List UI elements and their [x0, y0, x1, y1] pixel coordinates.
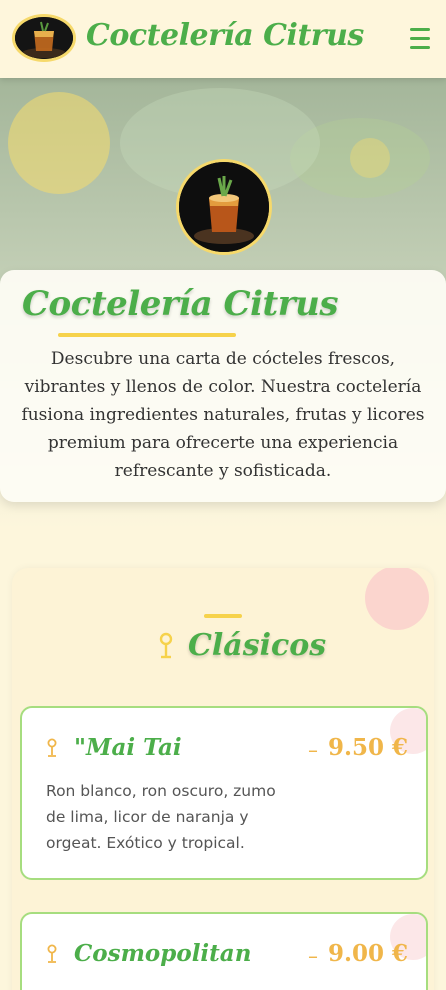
- hamburger-menu-icon[interactable]: [408, 26, 432, 52]
- hero-cocktail-image: [176, 159, 272, 255]
- cocktail-photo-icon: [179, 162, 269, 252]
- menu-item-header: Cosmopolitan: [46, 940, 251, 967]
- hero-description: Descubre una carta de cócteles frescos, …: [21, 349, 425, 481]
- category-header: Clásicos: [158, 628, 326, 663]
- price-separator: –: [308, 944, 318, 968]
- cocktail-icon: [47, 738, 57, 757]
- menu-item-header: "Mai Tai: [46, 734, 182, 761]
- menu-item-description: Ron blanco, ron oscuro, zumo de lima, li…: [46, 782, 276, 852]
- brand-title[interactable]: Coctelería Citrus: [86, 18, 364, 53]
- cocktail-icon: [159, 632, 173, 658]
- menu-section: Clásicos "Mai Tai – 9.50 € Ron blanco, r…: [12, 568, 434, 990]
- menu-item-price: 9.50 €: [327, 734, 408, 761]
- bokeh-decoration: [8, 92, 110, 194]
- menu-item-price: 9.00 €: [327, 940, 408, 967]
- title-underline: [58, 333, 236, 337]
- hero-section: Coctelería Citrus Descubre una carta de …: [0, 78, 446, 528]
- hero-title: Coctelería Citrus: [22, 284, 338, 324]
- menu-item-name: Cosmopolitan: [74, 940, 252, 967]
- menu-item-card[interactable]: "Mai Tai – 9.50 € Ron blanco, ron oscuro…: [20, 706, 428, 880]
- decorative-circle: [365, 568, 429, 630]
- price-separator: –: [308, 738, 318, 762]
- cocktail-icon: [47, 944, 57, 963]
- site-header: Coctelería Citrus: [0, 0, 446, 78]
- category-accent-bar: [204, 614, 242, 618]
- category-title: Clásicos: [188, 628, 327, 663]
- hero-card: Coctelería Citrus Descubre una carta de …: [0, 270, 446, 502]
- bokeh-decoration: [350, 138, 390, 178]
- menu-item-card[interactable]: Cosmopolitan – 9.00 €: [20, 912, 428, 990]
- cocktail-glass-icon: [15, 17, 73, 59]
- menu-item-name: "Mai Tai: [74, 734, 182, 761]
- logo-avatar[interactable]: [12, 14, 76, 62]
